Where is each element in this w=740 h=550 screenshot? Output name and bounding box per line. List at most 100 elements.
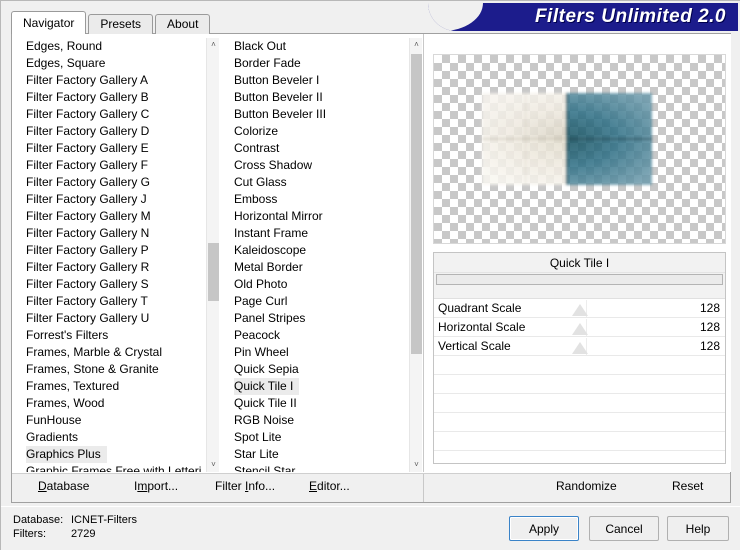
list-item[interactable]: Metal Border [222,259,410,276]
list-item[interactable]: Filter Factory Gallery P [14,242,202,259]
list-item[interactable]: FunHouse [14,412,202,429]
list-item[interactable]: Filter Factory Gallery A [14,72,202,89]
list-item[interactable]: Filter Factory Gallery R [14,259,202,276]
list-item[interactable]: Colorize [222,123,410,140]
slider-handle-icon[interactable] [572,323,588,335]
category-scrollbar[interactable]: ˄ ˅ [206,38,219,472]
filter-info-button[interactable]: Filter Info... [215,479,275,493]
status-filters-row: Filters: 2729 [13,527,137,541]
scroll-up-icon[interactable]: ˄ [410,38,422,52]
slider-value: 128 [699,301,720,315]
list-item[interactable]: Quick Tile I [234,378,300,395]
category-listbox[interactable]: Edges, Round Edges, Square Filter Factory … [14,38,219,472]
list-item[interactable]: Border Fade [222,55,410,72]
list-item[interactable]: Button Beveler II [222,89,410,106]
list-item[interactable]: Cross Shadow [222,157,410,174]
banner-corner-shade [428,3,483,31]
tab-presets[interactable]: Presets [88,14,154,34]
list-item[interactable]: Button Beveler I [222,72,410,89]
filter-listbox[interactable]: Black Out Border Fade Button Beveler I Butt… [222,38,422,472]
list-item[interactable]: Pin Wheel [222,344,410,361]
list-item[interactable]: Edges, Square [14,55,202,72]
slider-row-empty [434,356,725,375]
randomize-button[interactable]: Randomize [556,479,617,493]
preview-seam-horizontal [567,138,652,140]
list-item[interactable]: Filter Factory Gallery F [14,157,202,174]
slider-row-empty [434,432,725,451]
preview-canvas[interactable] [433,54,726,244]
status-info: Database: ICNET-Filters Filters: 2729 [13,513,137,541]
list-item[interactable]: Filter Factory Gallery B [14,89,202,106]
list-item[interactable]: Filter Factory Gallery N [14,225,202,242]
slider-row-empty [434,394,725,413]
filter-scrollbar[interactable]: ˄ ˅ [409,38,422,472]
list-item[interactable]: Filter Factory Gallery M [14,208,202,225]
slider-row[interactable]: Horizontal Scale 128 [434,318,725,337]
list-item[interactable]: Instant Frame [222,225,410,242]
scrollbar-thumb[interactable] [208,243,219,302]
scrollbar-thumb[interactable] [411,54,422,354]
scroll-up-icon[interactable]: ˄ [207,38,219,52]
list-item[interactable]: Kaleidoscope [222,242,410,259]
parameter-box: Quick Tile I Quadrant Scale 128 Horizontal… [433,252,726,464]
title-banner: Filters Unlimited 2.0 [428,3,738,31]
list-item[interactable]: Emboss [222,191,410,208]
slider-row[interactable]: Vertical Scale 128 [434,337,725,356]
help-button[interactable]: Help [667,516,729,541]
list-item[interactable]: Panel Stripes [222,310,410,327]
list-item[interactable]: Filter Factory Gallery E [14,140,202,157]
list-item[interactable]: Quick Tile II [222,395,410,412]
status-filters-count: 2729 [71,528,96,540]
list-item[interactable]: Old Photo [222,276,410,293]
cancel-button[interactable]: Cancel [589,516,659,541]
scroll-down-icon[interactable]: ˅ [410,458,422,472]
preview-quadrant-bottom-right [567,139,652,185]
list-item[interactable]: Frames, Stone & Granite [14,361,202,378]
list-item[interactable]: Gradients [14,429,202,446]
list-item[interactable]: Cut Glass [222,174,410,191]
slider-label: Horizontal Scale [438,320,526,334]
list-item[interactable]: Horizontal Mirror [222,208,410,225]
list-item[interactable]: Filter Factory Gallery J [14,191,202,208]
list-item[interactable]: Filter Factory Gallery C [14,106,202,123]
list-item[interactable]: Filter Factory Gallery G [14,174,202,191]
apply-button[interactable]: Apply [509,516,579,541]
reset-button[interactable]: Reset [672,479,703,493]
status-bar: Database: ICNET-Filters Filters: 2729 Ap… [1,506,740,550]
list-item[interactable]: Black Out [222,38,410,55]
status-database-row: Database: ICNET-Filters [13,513,137,527]
slider-value: 128 [699,320,720,334]
list-item[interactable]: Filter Factory Gallery D [14,123,202,140]
list-item[interactable]: Filter Factory Gallery U [14,310,202,327]
list-item[interactable]: Frames, Textured [14,378,202,395]
list-item[interactable]: Contrast [222,140,410,157]
preview-image [482,93,652,185]
slider-row[interactable]: Quadrant Scale 128 [434,299,725,318]
list-item[interactable]: Button Beveler III [222,106,410,123]
import-button[interactable]: Import... [134,479,178,493]
tab-about[interactable]: About [155,14,211,34]
slider-handle-icon[interactable] [572,304,588,316]
scroll-down-icon[interactable]: ˅ [207,458,219,472]
slider-label: Quadrant Scale [438,301,522,315]
list-item[interactable]: Spot Lite [222,429,410,446]
list-item[interactable]: Forrest's Filters [14,327,202,344]
list-item[interactable]: Quick Sepia [222,361,410,378]
list-item[interactable]: Graphic Frames Free with Lettering [14,463,202,472]
editor-button[interactable]: Editor... [309,479,350,493]
database-button[interactable]: Database [38,479,89,493]
list-item[interactable]: Filter Factory Gallery S [14,276,202,293]
list-item[interactable]: Frames, Wood [14,395,202,412]
list-item[interactable]: Graphics Plus [26,446,107,463]
list-item[interactable]: Peacock [222,327,410,344]
list-item[interactable]: Star Lite [222,446,410,463]
category-list-items: Edges, Round Edges, Square Filter Factory … [14,38,202,472]
tab-navigator[interactable]: Navigator [11,11,87,34]
list-item[interactable]: Page Curl [222,293,410,310]
slider-handle-icon[interactable] [572,342,588,354]
list-item[interactable]: Edges, Round [14,38,202,55]
list-item[interactable]: Frames, Marble & Crystal [14,344,202,361]
list-item[interactable]: RGB Noise [222,412,410,429]
list-item[interactable]: Stencil Star [222,463,410,472]
list-item[interactable]: Filter Factory Gallery T [14,293,202,310]
